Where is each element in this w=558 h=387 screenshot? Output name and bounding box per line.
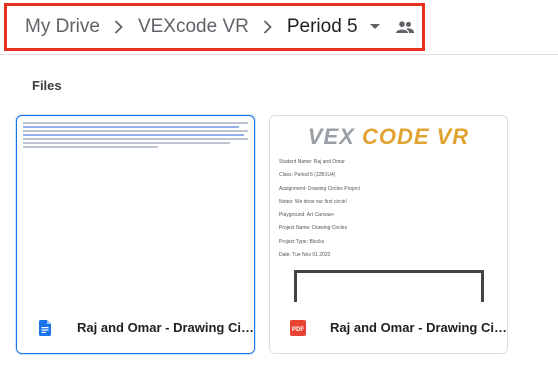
pdf-line: Project Name: Drawing Circles xyxy=(279,225,348,232)
breadcrumb: My Drive VEXcode VR Period 5 xyxy=(4,3,425,51)
google-docs-icon xyxy=(37,319,53,337)
pdf-line: Playground: Art Canvas+ xyxy=(279,212,335,219)
pdf-icon: PDF xyxy=(290,319,306,337)
header-divider xyxy=(0,54,558,55)
pdf-line: Class: Period 5 (J2B1U4) xyxy=(279,172,336,179)
file-card-footer: PDF Raj and Omar - Drawing Cir... xyxy=(270,302,507,353)
pdf-canvas-frame xyxy=(294,270,484,304)
doc-preview-lines xyxy=(23,122,248,150)
file-thumbnail: VEX CODE VR Student Name: Raj and Omar C… xyxy=(270,116,507,304)
pdf-line: Notes: We drew our first circle! xyxy=(279,198,347,205)
file-name: Raj and Omar - Drawing Cir... xyxy=(77,320,254,335)
breadcrumb-vexcode-vr[interactable]: VEXcode VR xyxy=(138,16,249,38)
breadcrumb-period-5[interactable]: Period 5 xyxy=(287,16,358,38)
file-thumbnail xyxy=(17,116,254,304)
chevron-right-icon xyxy=(249,20,287,34)
pdf-line: Project Type: Blocks xyxy=(279,238,325,245)
shared-people-icon[interactable] xyxy=(395,21,414,33)
file-card-footer: Raj and Omar - Drawing Cir... xyxy=(17,302,254,353)
file-card-doc[interactable]: Raj and Omar - Drawing Cir... xyxy=(16,115,255,354)
svg-text:PDF: PDF xyxy=(292,327,304,333)
section-title-files: Files xyxy=(32,78,62,93)
breadcrumb-my-drive[interactable]: My Drive xyxy=(25,16,100,38)
pdf-line: Date: Tue Nov 01 2022 xyxy=(279,252,331,259)
pdf-line: Student Name: Raj and Omar xyxy=(279,159,345,165)
vexcode-vr-logo: VEX CODE VR xyxy=(307,124,470,149)
caret-down-icon[interactable] xyxy=(367,24,383,30)
file-card-pdf[interactable]: VEX CODE VR Student Name: Raj and Omar C… xyxy=(269,115,508,354)
pdf-line: Assignment: Drawing Circles Project xyxy=(279,185,360,192)
chevron-right-icon xyxy=(100,20,138,34)
file-name: Raj and Omar - Drawing Cir... xyxy=(330,320,507,335)
pdf-preview-lines: Student Name: Raj and Omar Class: Period… xyxy=(279,159,360,266)
